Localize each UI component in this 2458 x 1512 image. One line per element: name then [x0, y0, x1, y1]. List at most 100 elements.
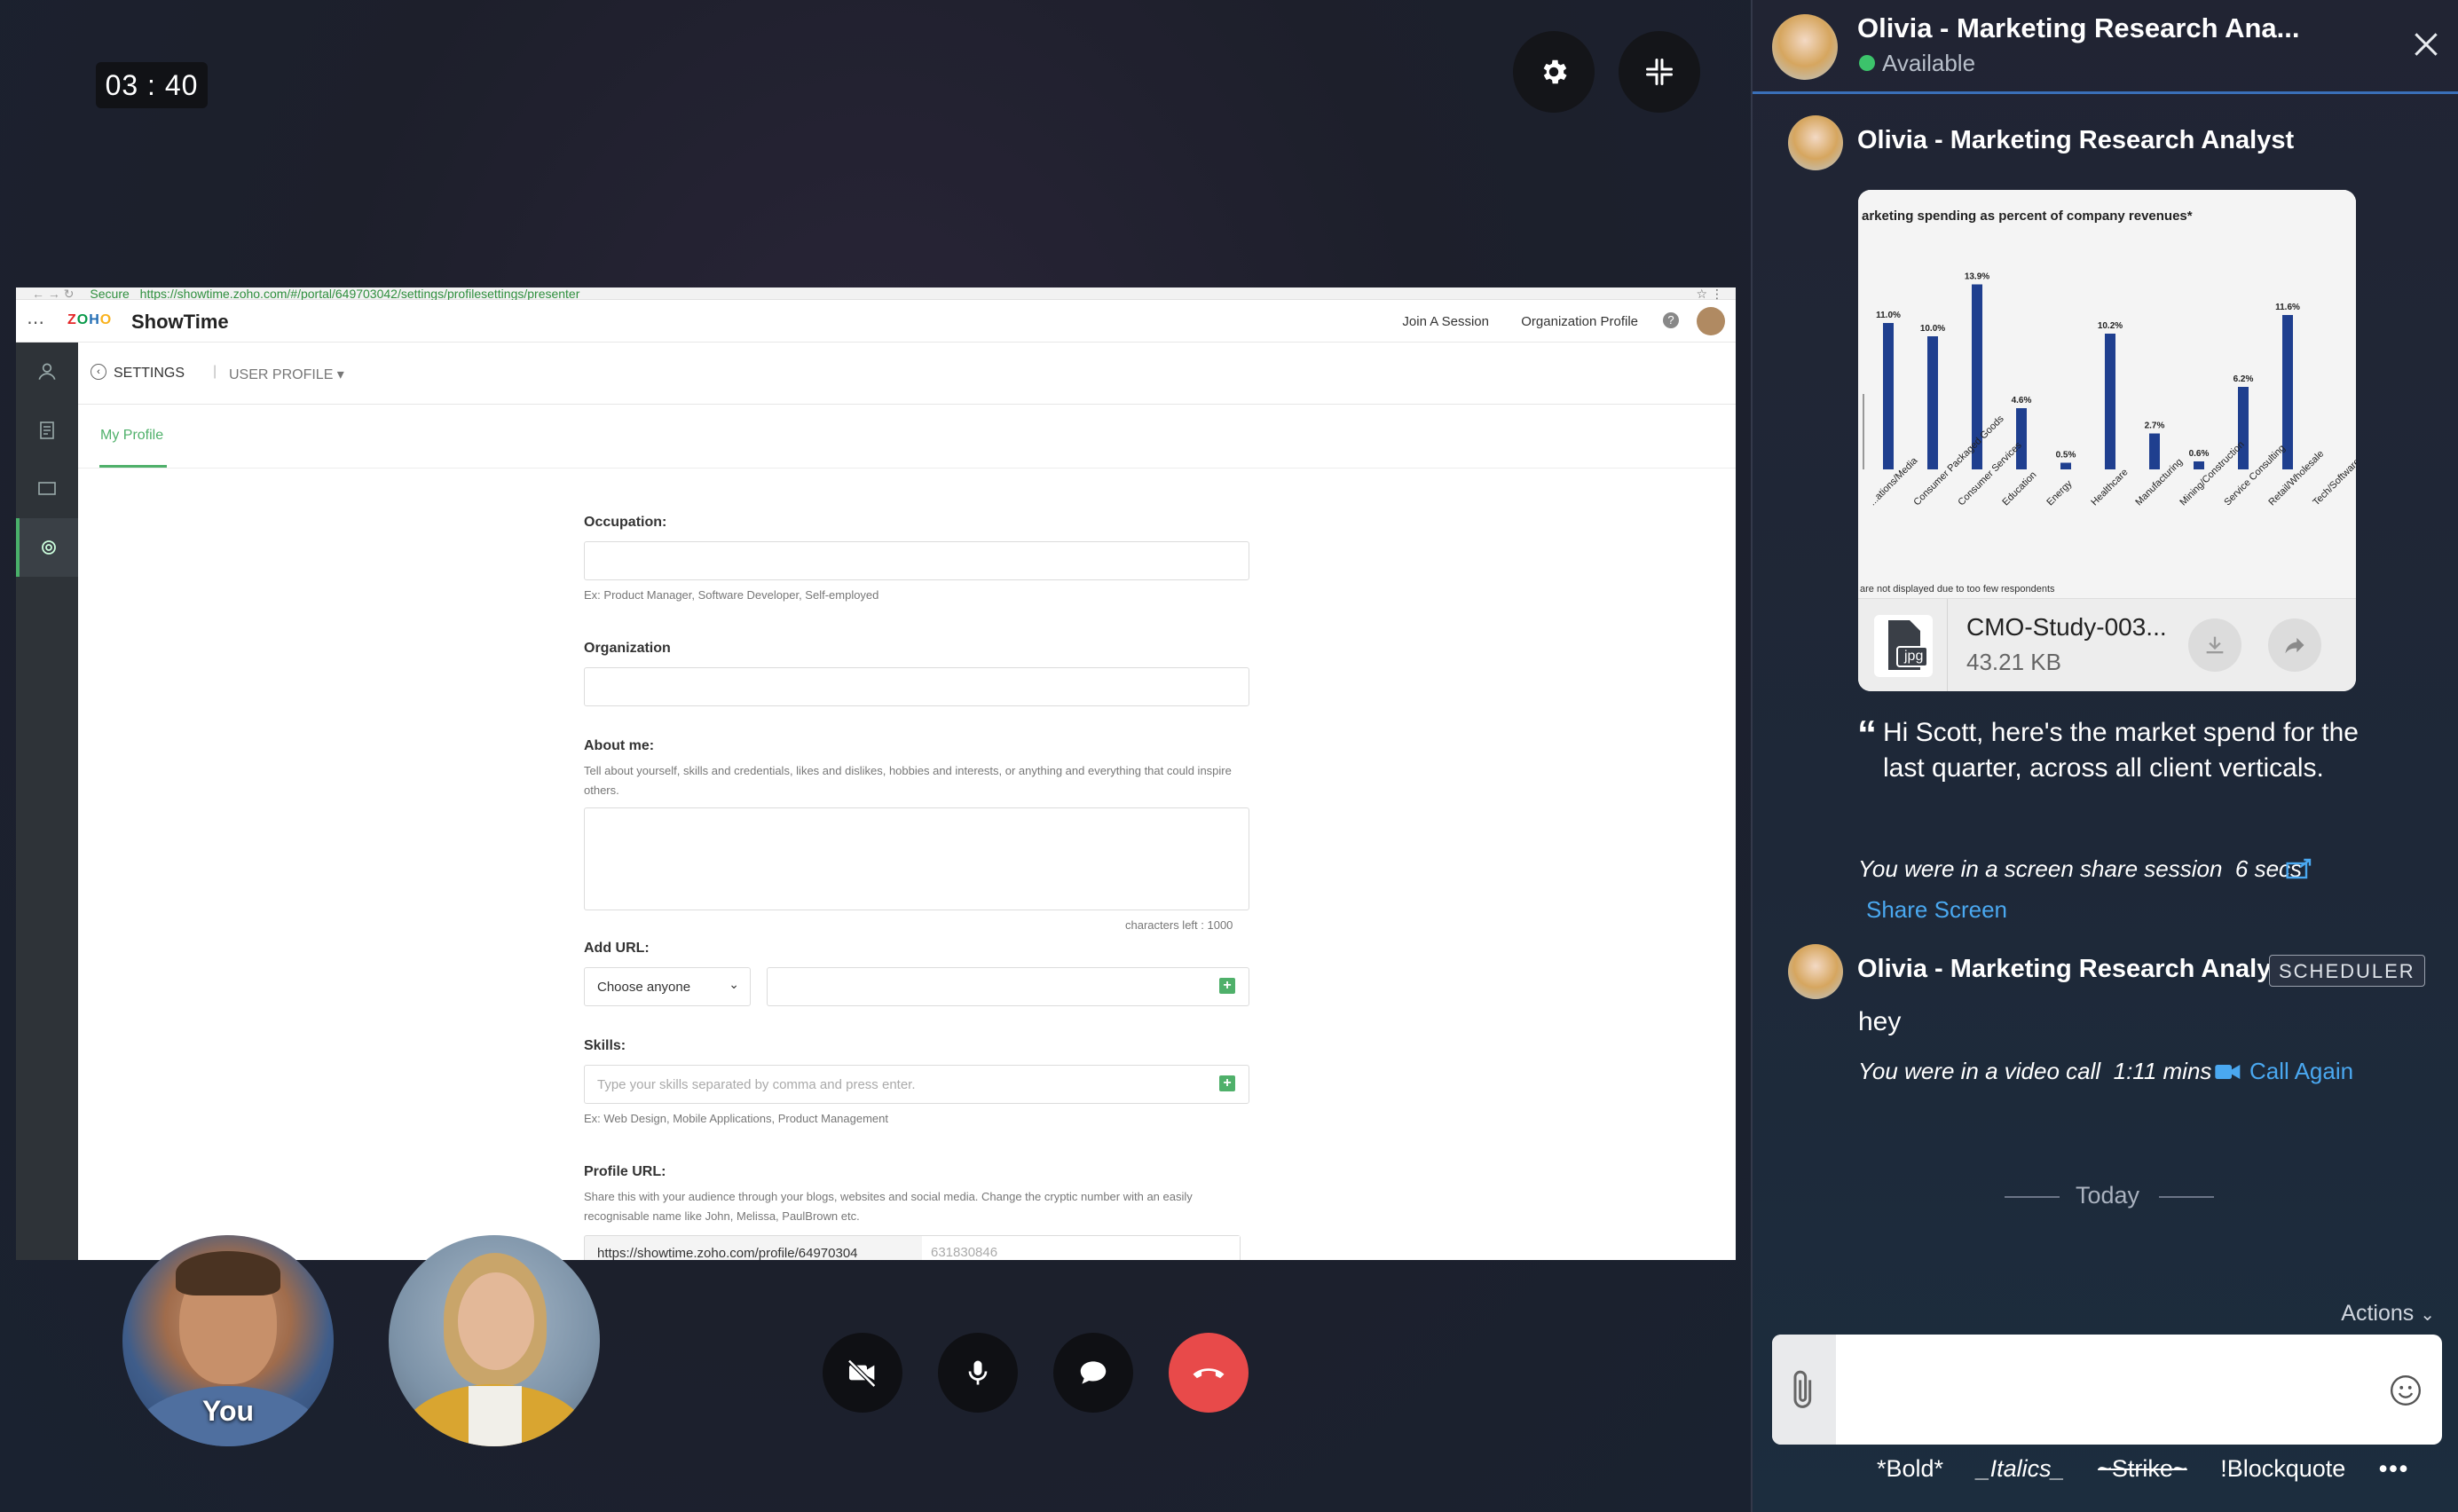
format-blockquote[interactable]: !Blockquote: [2220, 1455, 2345, 1482]
minimize-button[interactable]: [1619, 31, 1700, 113]
attachment-chart-image: arketing spending as percent of company …: [1858, 190, 2356, 598]
sender-avatar-2[interactable]: [1788, 944, 1843, 999]
profile-url-hint: Share this with your audience through yo…: [584, 1190, 1193, 1223]
sidebar-item-presentations[interactable]: [16, 460, 78, 518]
call-again-link[interactable]: Call Again: [2249, 1058, 2353, 1085]
chart-value-label: 4.6%: [2012, 396, 2032, 406]
share-screen-icon[interactable]: [2285, 857, 2313, 888]
occupation-label: Occupation:: [584, 515, 667, 530]
self-hair: [176, 1251, 280, 1295]
organization-profile-link[interactable]: Organization Profile: [1521, 314, 1638, 329]
sidebar-item-audience[interactable]: [16, 343, 78, 401]
participant-self-video[interactable]: You: [122, 1235, 334, 1446]
chart-bar: [2016, 408, 2027, 469]
forward-button[interactable]: [2268, 618, 2321, 672]
chevron-down-icon: ⌄: [2420, 1305, 2435, 1325]
format-bold[interactable]: *Bold*: [1877, 1455, 1943, 1482]
occupation-hint: Ex: Product Manager, Software Developer,…: [584, 588, 879, 602]
add-skill-button[interactable]: +: [1219, 1075, 1235, 1091]
shared-screen: ← → ↻ Secure https://showtime.zoho.com/#…: [16, 287, 1736, 1260]
about-me-textarea[interactable]: [584, 807, 1249, 910]
chart-value-label: 6.2%: [2233, 374, 2254, 384]
organization-label: Organization: [584, 641, 671, 656]
collapse-icon: [1646, 59, 1673, 85]
settings-button[interactable]: [1513, 31, 1595, 113]
today-divider-label: Today: [2076, 1182, 2140, 1209]
attachment-card[interactable]: arketing spending as percent of company …: [1858, 190, 2356, 691]
back-icon[interactable]: ‹: [91, 364, 106, 380]
paperclip-icon: [1793, 1370, 1812, 1408]
chat-header: Olivia - Marketing Research Ana... Avail…: [1753, 0, 2458, 94]
chevron-down-icon: ⌄: [729, 977, 739, 991]
gear-icon: [1543, 59, 1567, 84]
message-composer[interactable]: [1772, 1335, 2442, 1445]
settings-label[interactable]: SETTINGS: [114, 366, 185, 382]
sender-avatar[interactable]: [1788, 115, 1843, 170]
share-arrow-icon: [2285, 637, 2304, 654]
video-call-note: You were in a video call 1:11 mins: [1858, 1058, 2212, 1084]
chart-value-label: 2.7%: [2145, 421, 2165, 431]
more-options-icon[interactable]: •••: [2379, 1455, 2409, 1482]
profile-url-suffix[interactable]: 631830846: [922, 1236, 1240, 1260]
join-session-link[interactable]: Join A Session: [1402, 314, 1489, 329]
message-input[interactable]: [1836, 1335, 2380, 1445]
url-text: https://showtime.zoho.com/#/portal/64970…: [139, 287, 580, 301]
tab-my-profile[interactable]: My Profile: [100, 428, 163, 444]
chart-value-label: 0.6%: [2189, 449, 2210, 459]
user-profile-dropdown[interactable]: USER PROFILE ▾: [229, 366, 344, 383]
profile-url-label: Profile URL:: [584, 1164, 666, 1179]
organization-input[interactable]: [584, 667, 1249, 706]
occupation-input[interactable]: [584, 541, 1249, 580]
contact-avatar[interactable]: [1772, 14, 1838, 80]
file-size: 43.21 KB: [1966, 649, 2061, 675]
browser-address-bar: ← → ↻ Secure https://showtime.zoho.com/#…: [16, 287, 1736, 300]
file-name[interactable]: CMO-Study-003...: [1966, 613, 2167, 642]
app-name: ShowTime: [131, 311, 229, 333]
close-chat-button[interactable]: [2408, 27, 2444, 62]
chart-value-label: 11.0%: [1876, 311, 1901, 320]
toggle-video-button[interactable]: [823, 1333, 902, 1413]
about-me-label: About me:: [584, 738, 655, 753]
file-type-label: jpg: [1904, 649, 1924, 664]
url-type-select[interactable]: Choose anyone ⌄: [584, 967, 751, 1006]
sidebar-item-sessions[interactable]: [16, 401, 78, 460]
emoji-button[interactable]: [2389, 1374, 2423, 1407]
chart-title: arketing spending as percent of company …: [1862, 209, 2193, 224]
format-italics[interactable]: _Italics_: [1977, 1455, 2065, 1482]
end-call-button[interactable]: [1169, 1333, 1249, 1413]
chart-bar: [1883, 323, 1894, 469]
slides-icon: [38, 482, 56, 495]
download-icon: [2206, 636, 2224, 654]
attach-button[interactable]: [1772, 1335, 1836, 1445]
url-input[interactable]: [767, 967, 1249, 1006]
self-label: You: [201, 1395, 255, 1427]
actions-dropdown[interactable]: Actions ⌄: [2341, 1301, 2435, 1327]
profile-url-field[interactable]: https://showtime.zoho.com/profile/649703…: [584, 1235, 1241, 1260]
download-button[interactable]: [2188, 618, 2241, 672]
help-icon[interactable]: ?: [1663, 312, 1679, 328]
share-screen-link[interactable]: Share Screen: [1866, 896, 2007, 924]
smiley-icon: [2390, 1374, 2422, 1406]
add-url-button[interactable]: +: [1219, 978, 1235, 994]
user-avatar[interactable]: [1697, 307, 1725, 335]
quote-icon: “: [1857, 713, 1877, 756]
apps-grid-icon[interactable]: ⋯: [27, 311, 44, 334]
chart-footnote: are not displayed due to too few respond…: [1860, 584, 2055, 595]
chart-bar: [2194, 461, 2204, 469]
skills-label: Skills:: [584, 1038, 626, 1053]
file-info-row: jpg CMO-Study-003... 43.21 KB: [1858, 598, 2356, 691]
screen-share-note: You were in a screen share session 6 sec…: [1858, 855, 2303, 882]
contact-name[interactable]: Olivia - Marketing Research Ana...: [1857, 12, 2299, 44]
toggle-chat-button[interactable]: [1053, 1333, 1133, 1413]
participant-olivia-video[interactable]: [389, 1235, 600, 1446]
skills-input[interactable]: Type your skills separated by comma and …: [584, 1065, 1249, 1104]
add-url-label: Add URL:: [584, 941, 650, 956]
formatting-hints: *Bold* _Italics_ ~Strike~ !Blockquote ••…: [1877, 1455, 2436, 1483]
toggle-mic-button[interactable]: [938, 1333, 1018, 1413]
microphone-icon: [968, 1360, 988, 1385]
sidebar-item-settings[interactable]: [16, 518, 78, 577]
call-area: 03 : 40 ← → ↻ Secure https://showtime.zo…: [0, 0, 1751, 1512]
format-strike[interactable]: ~Strike~: [2098, 1455, 2187, 1482]
chart-bar: [1927, 336, 1938, 469]
call-timer: 03 : 40: [96, 62, 208, 108]
